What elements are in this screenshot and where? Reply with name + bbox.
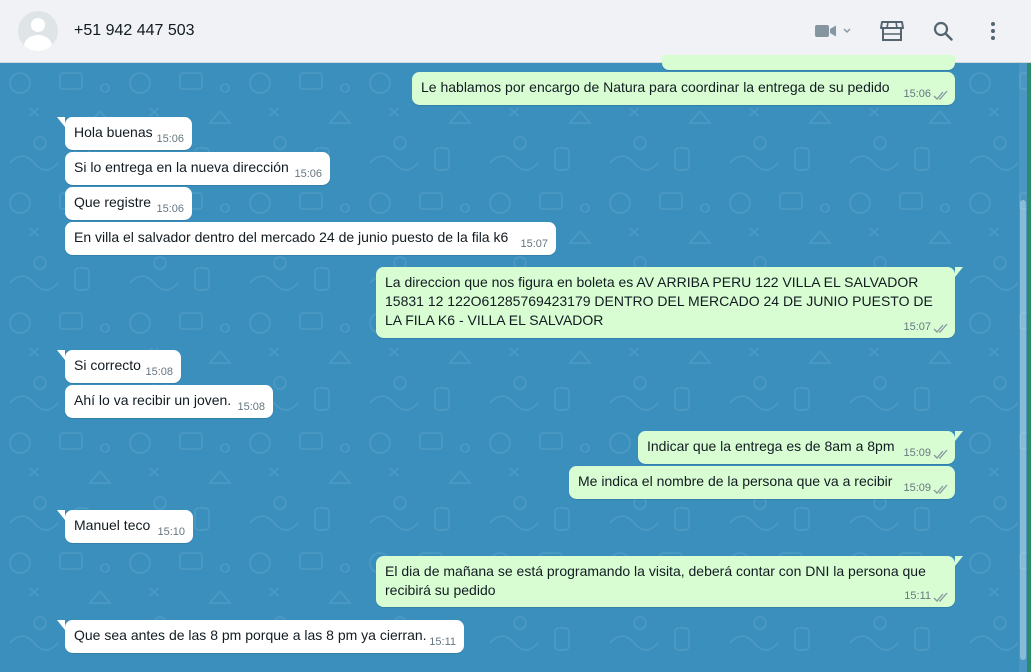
message-time: 15:07: [520, 238, 548, 250]
message-bubble-incoming[interactable]: Si lo entrega en la nueva dirección 15:0…: [65, 152, 330, 185]
message-bubble-outgoing[interactable]: Me indica el nombre de la persona que va…: [569, 466, 955, 499]
double-check-icon: [933, 592, 948, 602]
message-bubble-cut: [662, 55, 955, 70]
message-bubble-incoming[interactable]: En villa el salvador dentro del mercado …: [65, 222, 556, 255]
double-check-icon: [933, 449, 948, 459]
message-bubble-outgoing[interactable]: El dia de mañana se está programando la …: [376, 556, 963, 607]
message-time: 15:10: [157, 526, 185, 538]
message-text: Si lo entrega en la nueva dirección: [74, 159, 289, 175]
message-bubble-outgoing[interactable]: Indicar que la entrega es de 8am a 8pm 1…: [638, 431, 963, 464]
default-avatar-icon[interactable]: [18, 11, 58, 51]
message-time: 15:08: [145, 366, 173, 378]
double-check-icon: [933, 484, 948, 494]
bubble-tail: [57, 117, 65, 127]
message-bubble-incoming[interactable]: Si correcto 15:08: [57, 350, 181, 383]
message-time: 15:09: [903, 482, 931, 494]
menu-dots-icon[interactable]: [984, 18, 1002, 44]
contact-name[interactable]: +51 942 447 503: [74, 22, 195, 40]
message-bubble-outgoing[interactable]: La direccion que nos figura en boleta es…: [376, 267, 963, 338]
catalog-store-icon[interactable]: [879, 18, 905, 44]
chevron-down-icon[interactable]: [841, 18, 853, 44]
message-time: 15:11: [904, 590, 931, 602]
avatar-head: [31, 18, 45, 32]
message-time: 15:06: [903, 88, 931, 100]
window-edge: [1027, 63, 1031, 672]
double-check-icon: [933, 323, 948, 333]
message-time: 15:06: [156, 133, 184, 145]
double-check-icon: [933, 90, 948, 100]
message-bubble-incoming[interactable]: Que sea antes de las 8 pm porque a las 8…: [57, 620, 464, 653]
message-time: 15:07: [903, 321, 931, 333]
avatar-body: [24, 35, 52, 51]
message-text: El dia de mañana se está programando la …: [385, 563, 926, 598]
message-text: En villa el salvador dentro del mercado …: [74, 229, 509, 245]
message-text: Me indica el nombre de la persona que va…: [578, 473, 893, 489]
message-text: Ahí lo va recibir un joven.: [74, 392, 232, 408]
search-icon[interactable]: [931, 18, 955, 44]
message-time: 15:08: [237, 401, 265, 413]
message-text: Que sea antes de las 8 pm porque a las 8…: [74, 627, 427, 643]
message-bubble-incoming[interactable]: Hola buenas 15:06: [57, 117, 192, 150]
bubble-tail: [57, 620, 65, 630]
message-time: 15:06: [156, 203, 184, 215]
bubble-tail: [57, 350, 65, 360]
message-text: Indicar que la entrega es de 8am a 8pm: [647, 438, 895, 454]
bubble-tail: [955, 267, 963, 277]
message-text: Le hablamos por encargo de Natura para c…: [421, 79, 890, 95]
message-time: 15:06: [294, 168, 322, 180]
message-time: 15:11: [429, 636, 456, 648]
video-call-icon[interactable]: [815, 18, 837, 44]
message-text: La direccion que nos figura en boleta es…: [385, 274, 933, 328]
message-bubble-incoming[interactable]: Manuel teco 15:10: [57, 510, 193, 543]
bubble-tail: [57, 510, 65, 520]
message-bubble-outgoing[interactable]: Le hablamos por encargo de Natura para c…: [412, 72, 955, 105]
message-bubble-incoming[interactable]: Ahí lo va recibir un joven. 15:08: [65, 385, 273, 418]
scrollbar-thumb[interactable]: [1020, 200, 1026, 660]
message-bubble-incoming[interactable]: Que registre 15:06: [65, 187, 192, 220]
message-time: 15:09: [903, 447, 931, 459]
chat-header: +51 942 447 503: [0, 0, 1031, 63]
bubble-tail: [955, 431, 963, 441]
bubble-tail: [955, 556, 963, 566]
